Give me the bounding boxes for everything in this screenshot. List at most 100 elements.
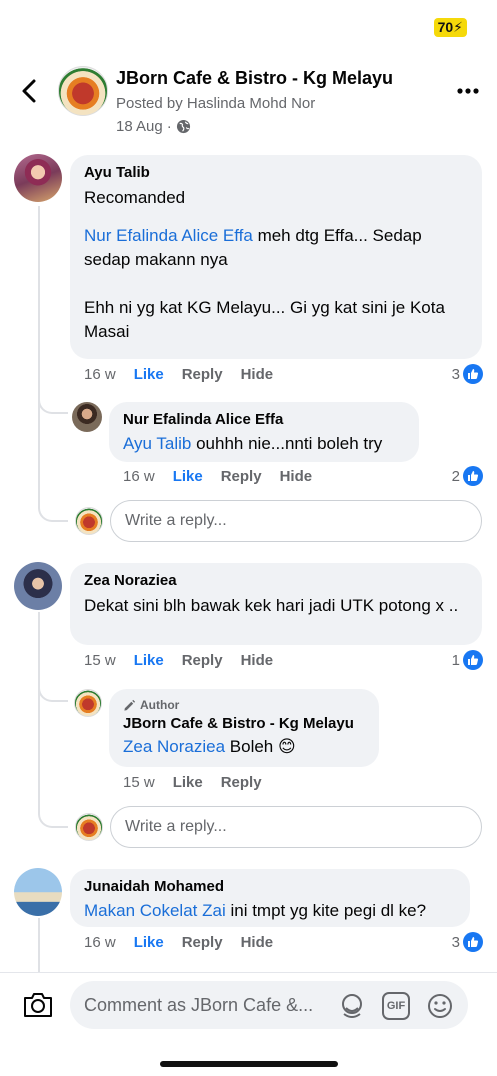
reply-actions: 15 w Like Reply — [123, 774, 262, 791]
comment-composer-bar: Comment as JBorn Cafe &... GIF — [0, 972, 497, 1076]
back-arrow-icon[interactable] — [18, 76, 42, 106]
reply-text: Zea Noraziea Boleh 😊 — [123, 735, 365, 759]
commenter-name[interactable]: Zea Noraziea — [84, 571, 468, 590]
thread-connector — [38, 810, 68, 828]
hide-button[interactable]: Hide — [280, 468, 313, 485]
hide-button[interactable]: Hide — [241, 934, 274, 951]
like-button[interactable]: Like — [134, 934, 164, 951]
battery-level: 70 — [437, 19, 454, 35]
write-reply-input[interactable]: Write a reply... — [110, 500, 482, 542]
reply-button[interactable]: Reply — [221, 774, 262, 791]
comment-line: Ehh ni yg kat KG Melayu... Gi yg kat sin… — [84, 298, 445, 341]
status-bar: 70⚡ — [0, 0, 497, 50]
comment-time: 16 w — [123, 468, 155, 485]
like-button[interactable]: Like — [134, 366, 164, 383]
reaction-number: 3 — [451, 365, 460, 383]
like-button[interactable]: Like — [134, 652, 164, 669]
reply-placeholder: Write a reply... — [125, 818, 227, 835]
page-avatar[interactable] — [58, 66, 108, 116]
comment-time: 16 w — [84, 934, 116, 951]
reaction-number: 2 — [451, 467, 460, 485]
globe-icon — [176, 119, 190, 134]
comment-input[interactable]: Comment as JBorn Cafe &... GIF — [70, 981, 468, 1029]
comment-line: Recomanded — [84, 188, 186, 207]
mention-link[interactable]: Makan Cokelat Zai — [84, 901, 226, 920]
mention-link[interactable]: Nur Efalinda Alice Effa — [84, 226, 253, 245]
comment-time: 16 w — [84, 366, 116, 383]
reply-button[interactable]: Reply — [182, 934, 223, 951]
avatar[interactable] — [14, 562, 62, 610]
comment-text: Makan Cokelat Zai ini tmpt yg kite pegi … — [84, 899, 456, 923]
thread-line — [38, 612, 40, 812]
gif-label: GIF — [386, 1000, 406, 1012]
smile-emoji: 😊 — [278, 737, 296, 756]
reply-button[interactable]: Reply — [221, 468, 262, 485]
comment-bubble[interactable]: Junaidah Mohamed Makan Cokelat Zai ini t… — [70, 869, 470, 927]
page-avatar-small — [75, 507, 103, 535]
avatar[interactable] — [72, 402, 102, 432]
page-name[interactable]: JBorn Cafe & Bistro - Kg Melayu — [116, 68, 393, 89]
emoji-icon[interactable] — [426, 992, 454, 1020]
post-header: JBorn Cafe & Bistro - Kg Melayu Posted b… — [0, 60, 497, 140]
hide-button[interactable]: Hide — [241, 652, 274, 669]
comment-text: Recomanded Nur Efalinda Alice Effa meh d… — [84, 186, 468, 344]
more-options-icon[interactable] — [457, 88, 479, 94]
commenter-name[interactable]: JBorn Cafe & Bistro - Kg Melayu — [123, 714, 365, 733]
page-avatar-small — [75, 813, 103, 841]
posted-by: Posted by Haslinda Mohd Nor — [116, 95, 316, 112]
thumbs-up-icon — [463, 364, 483, 384]
commenter-name[interactable]: Ayu Talib — [84, 163, 468, 182]
thread-connector — [38, 684, 68, 702]
thumbs-up-icon — [463, 650, 483, 670]
camera-icon[interactable] — [22, 991, 54, 1019]
reaction-number: 3 — [451, 933, 460, 951]
thread-line — [38, 206, 40, 506]
comment-actions: 16 w Like Reply Hide — [84, 366, 273, 383]
write-reply-input[interactable]: Write a reply... — [110, 806, 482, 848]
comment-bubble[interactable]: Ayu Talib Recomanded Nur Efalinda Alice … — [70, 155, 482, 359]
post-date: 18 Aug · — [116, 118, 191, 135]
avatar-sticker-icon[interactable] — [338, 992, 366, 1020]
avatar[interactable] — [14, 868, 62, 916]
comment-line: Nur Efalinda Alice Effa meh dtg Effa... … — [84, 224, 468, 272]
reaction-count[interactable]: 2 — [452, 466, 483, 486]
page-avatar-small[interactable] — [74, 689, 102, 717]
reply-bubble[interactable]: Author JBorn Cafe & Bistro - Kg Melayu Z… — [109, 689, 379, 767]
reply-text: Ayu Talib ouhhh nie...nnti boleh try — [123, 432, 405, 456]
author-badge: Author — [123, 698, 365, 712]
thread-connector — [38, 396, 68, 414]
reaction-count[interactable]: 1 — [452, 650, 483, 670]
hide-button[interactable]: Hide — [241, 366, 274, 383]
author-label: Author — [140, 698, 180, 712]
date-text: 18 Aug — [116, 118, 163, 135]
date-separator: · — [166, 118, 172, 135]
gif-icon[interactable]: GIF — [382, 992, 410, 1020]
comment-text: Dekat sini blh bawak kek hari jadi UTK p… — [84, 596, 459, 615]
comment-placeholder: Comment as JBorn Cafe &... — [84, 995, 314, 1015]
reply-text-body: ouhhh nie...nnti boleh try — [191, 434, 383, 453]
thumbs-up-icon — [463, 932, 483, 952]
pencil-icon — [124, 699, 136, 711]
home-indicator — [160, 1061, 338, 1067]
avatar[interactable] — [14, 154, 62, 202]
like-button[interactable]: Like — [173, 468, 203, 485]
comment-text-body: ini tmpt yg kite pegi dl ke? — [225, 901, 427, 920]
comment-actions: 15 w Like Reply Hide — [84, 652, 273, 669]
reply-button[interactable]: Reply — [182, 652, 223, 669]
reaction-count[interactable]: 3 — [452, 364, 483, 384]
reply-bubble[interactable]: Nur Efalinda Alice Effa Ayu Talib ouhhh … — [109, 402, 419, 462]
comment-actions: 16 w Like Reply Hide — [84, 934, 273, 951]
thread-line — [38, 918, 40, 972]
commenter-name[interactable]: Nur Efalinda Alice Effa — [123, 410, 405, 429]
comment-bubble[interactable]: Zea Noraziea Dekat sini blh bawak kek ha… — [70, 563, 482, 645]
commenter-name[interactable]: Junaidah Mohamed — [84, 877, 456, 896]
mention-link[interactable]: Zea Noraziea — [123, 737, 225, 756]
reaction-count[interactable]: 3 — [452, 932, 483, 952]
battery-indicator: 70⚡ — [433, 18, 467, 37]
mention-link[interactable]: Ayu Talib — [123, 434, 191, 453]
thread-connector — [38, 504, 68, 522]
reply-placeholder: Write a reply... — [125, 512, 227, 529]
like-button[interactable]: Like — [173, 774, 203, 791]
reply-button[interactable]: Reply — [182, 366, 223, 383]
reaction-number: 1 — [451, 651, 460, 669]
